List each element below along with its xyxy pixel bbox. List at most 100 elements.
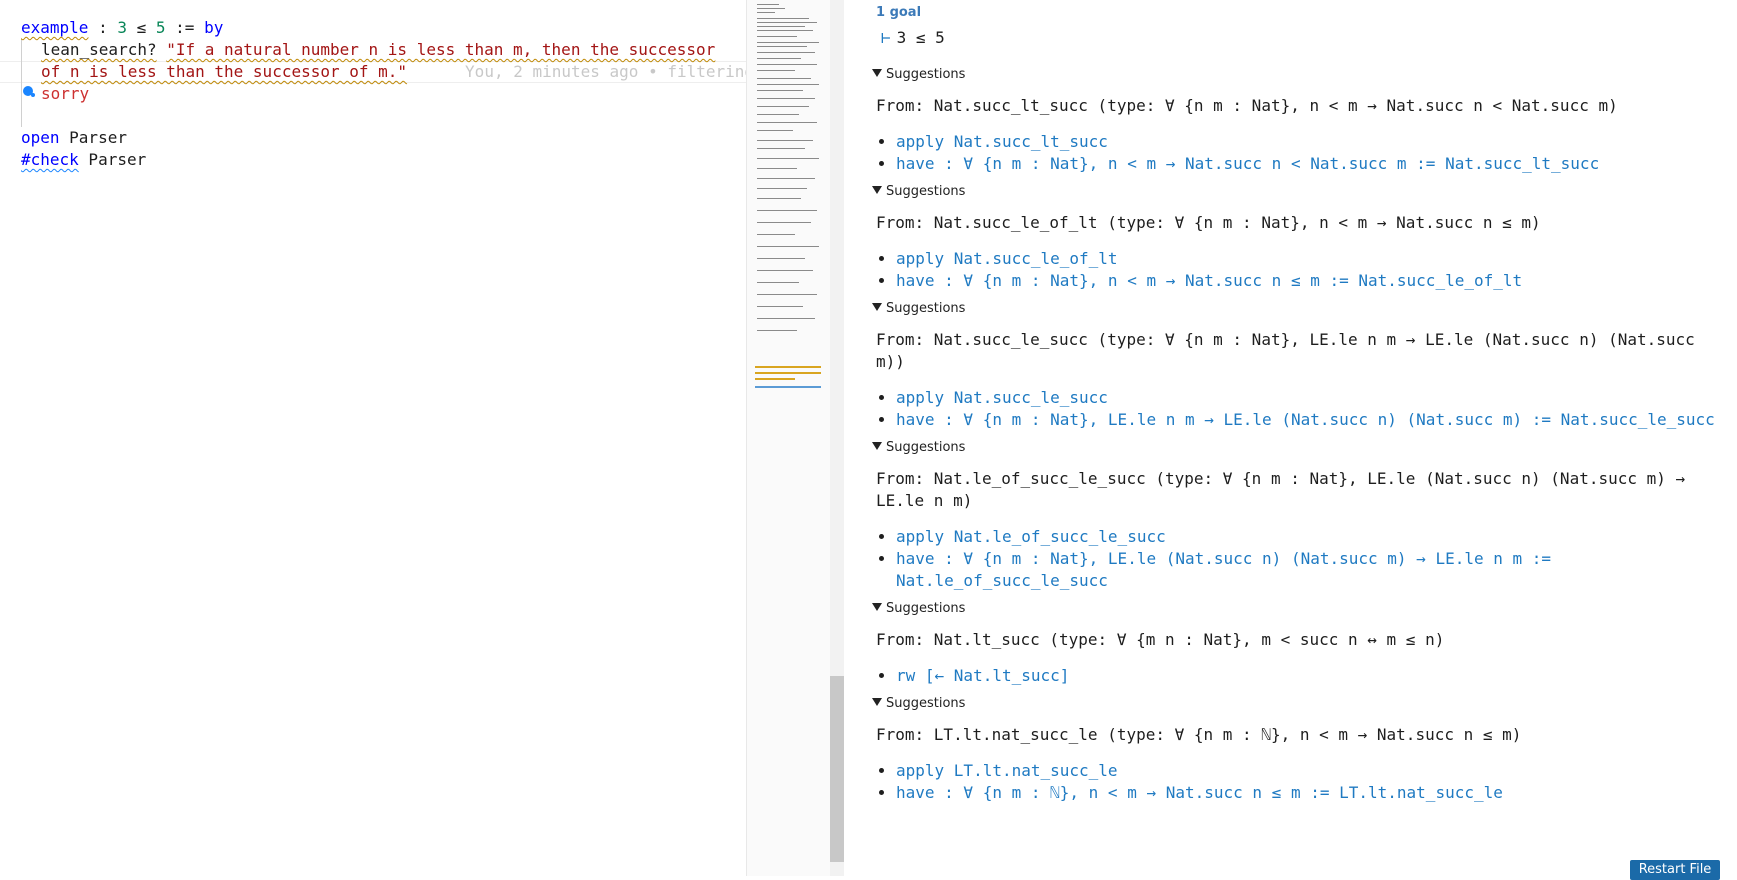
suggestion-section: Suggestions From: Nat.succ_le_succ (type… [872, 300, 1722, 431]
suggestion-source: From: Nat.succ_le_succ (type: ∀ {n m : N… [876, 330, 1705, 371]
minimap-line [757, 246, 819, 247]
minimap-line [757, 234, 795, 235]
code-number: 5 [155, 18, 166, 37]
code-token: := [165, 18, 205, 37]
minimap-line [757, 64, 817, 65]
triangle-down-icon [872, 69, 882, 77]
section-heading: Suggestions [886, 301, 966, 316]
suggestion-section: Suggestions From: LT.lt.nat_succ_le (typ… [872, 695, 1722, 804]
suggestion-section: Suggestions From: Nat.succ_le_of_lt (typ… [872, 183, 1722, 292]
minimap-line [757, 140, 813, 141]
code-line-5[interactable] [21, 105, 746, 127]
suggestion-link[interactable]: have : ∀ {n m : ℕ}, n < m → Nat.succ n ≤… [896, 782, 1722, 804]
suggestions-toggle[interactable]: Suggestions [872, 439, 1722, 457]
goal-count[interactable]: 1 goal [876, 5, 921, 20]
minimap-line [757, 18, 809, 19]
minimap-highlight [755, 378, 795, 380]
git-blame-annotation: You, 2 minutes ago • filtering [465, 62, 746, 81]
minimap-line [757, 258, 805, 259]
suggestion-link[interactable]: rw [← Nat.lt_succ] [896, 665, 1722, 687]
keyword-example: example [21, 18, 89, 37]
minimap-line [757, 4, 779, 5]
suggestions-toggle[interactable]: Suggestions [872, 695, 1722, 713]
triangle-down-icon [872, 442, 882, 450]
section-heading: Suggestions [886, 440, 966, 455]
minimap-line [757, 78, 811, 79]
minimap-line [757, 58, 801, 59]
code-number: 3 [117, 18, 127, 37]
suggestions-toggle[interactable]: Suggestions [872, 183, 1722, 201]
minimap-line [757, 84, 819, 85]
code-line-2[interactable]: lean_search? "If a natural number n is l… [21, 39, 746, 61]
minimap-line [757, 22, 817, 23]
suggestion-source: From: Nat.succ_le_of_lt (type: ∀ {n m : … [876, 213, 1541, 232]
minimap-line [757, 130, 793, 131]
minimap-line [757, 98, 815, 99]
minimap-highlight [755, 386, 821, 388]
code-line-1[interactable]: example : 3 ≤ 5 := by [21, 17, 746, 39]
minimap-line [757, 8, 785, 9]
minimap-line [757, 158, 819, 159]
triangle-down-icon [872, 698, 882, 706]
minimap-line [757, 188, 807, 189]
code-editor[interactable]: example : 3 ≤ 5 := by lean_search? "If a… [0, 0, 746, 876]
minimap[interactable] [746, 0, 831, 876]
lean-infoview[interactable]: 1 goal ⊢ 3 ≤ 5 Suggestions From: Nat.succ… [845, 0, 1737, 876]
minimap-line [757, 70, 795, 71]
suggestion-link[interactable]: have : ∀ {n m : Nat}, n < m → Nat.succ n… [896, 153, 1722, 175]
minimap-line [757, 282, 799, 283]
code-line-7[interactable]: #check Parser [21, 149, 746, 171]
code-line-4[interactable]: sorry [21, 83, 746, 105]
suggestion-items: rw [← Nat.lt_succ] [872, 665, 1722, 687]
suggestion-section: Suggestions From: Nat.le_of_succ_le_succ… [872, 439, 1722, 592]
restart-file-button[interactable]: Restart File [1630, 860, 1720, 880]
suggestion-link[interactable]: have : ∀ {n m : Nat}, LE.le (Nat.succ n)… [896, 548, 1722, 592]
minimap-line [757, 12, 775, 13]
suggestion-link[interactable]: have : ∀ {n m : Nat}, n < m → Nat.succ n… [896, 270, 1722, 292]
suggestion-link[interactable]: apply Nat.succ_lt_succ [896, 131, 1722, 153]
triangle-down-icon [872, 603, 882, 611]
code-line-6[interactable]: open Parser [21, 127, 746, 149]
goal-text: 3 ≤ 5 [896, 28, 945, 47]
search-query-string-cont: of n is less than the successor of m." [41, 62, 408, 81]
minimap-line [757, 294, 817, 295]
code-token: Parser [59, 128, 127, 147]
minimap-line [757, 198, 801, 199]
suggestion-source: From: Nat.succ_lt_succ (type: ∀ {n m : N… [876, 96, 1618, 115]
suggestion-link[interactable]: apply Nat.succ_le_succ [896, 387, 1722, 409]
minimap-line [757, 318, 815, 319]
suggestion-link[interactable]: apply Nat.succ_le_of_lt [896, 248, 1722, 270]
suggestion-section: Suggestions From: Nat.succ_lt_succ (type… [872, 66, 1722, 175]
turnstile-symbol: ⊢ [881, 28, 891, 47]
suggestion-source: From: Nat.le_of_succ_le_succ (type: ∀ {n… [876, 469, 1695, 510]
suggestion-link[interactable]: apply Nat.le_of_succ_le_succ [896, 526, 1722, 548]
goal-display: ⊢ 3 ≤ 5 [881, 28, 945, 47]
minimap-line [757, 46, 807, 47]
code-lines[interactable]: example : 3 ≤ 5 := by lean_search? "If a… [21, 17, 746, 171]
minimap-line [757, 178, 815, 179]
minimap-line [757, 270, 813, 271]
minimap-line [757, 306, 803, 307]
minimap-line [757, 114, 799, 115]
section-heading: Suggestions [886, 601, 966, 616]
editor-scrollbar-thumb[interactable] [830, 676, 844, 862]
code-token: Parser [78, 150, 147, 169]
suggestion-link[interactable]: apply LT.lt.nat_succ_le [896, 760, 1722, 782]
code-line-3[interactable]: of n is less than the successor of m." Yo… [21, 61, 746, 83]
suggestions-toggle[interactable]: Suggestions [872, 300, 1722, 318]
keyword-by: by [204, 18, 224, 37]
minimap-highlight [755, 366, 821, 368]
code-operator: ≤ [126, 18, 156, 37]
suggestion-items: apply Nat.succ_le_succ have : ∀ {n m : N… [872, 387, 1722, 431]
suggestion-section: Suggestions From: Nat.lt_succ (type: ∀ {… [872, 600, 1722, 687]
suggestions-toggle[interactable]: Suggestions [872, 600, 1722, 618]
sorry-token: sorry [41, 84, 90, 103]
minimap-line [757, 330, 797, 331]
suggestions-toggle[interactable]: Suggestions [872, 66, 1722, 84]
minimap-line [757, 42, 819, 43]
suggestion-link[interactable]: have : ∀ {n m : Nat}, LE.le n m → LE.le … [896, 409, 1722, 431]
keyword-check: #check [21, 150, 79, 169]
triangle-down-icon [872, 303, 882, 311]
suggestion-items: apply LT.lt.nat_succ_le have : ∀ {n m : … [872, 760, 1722, 804]
